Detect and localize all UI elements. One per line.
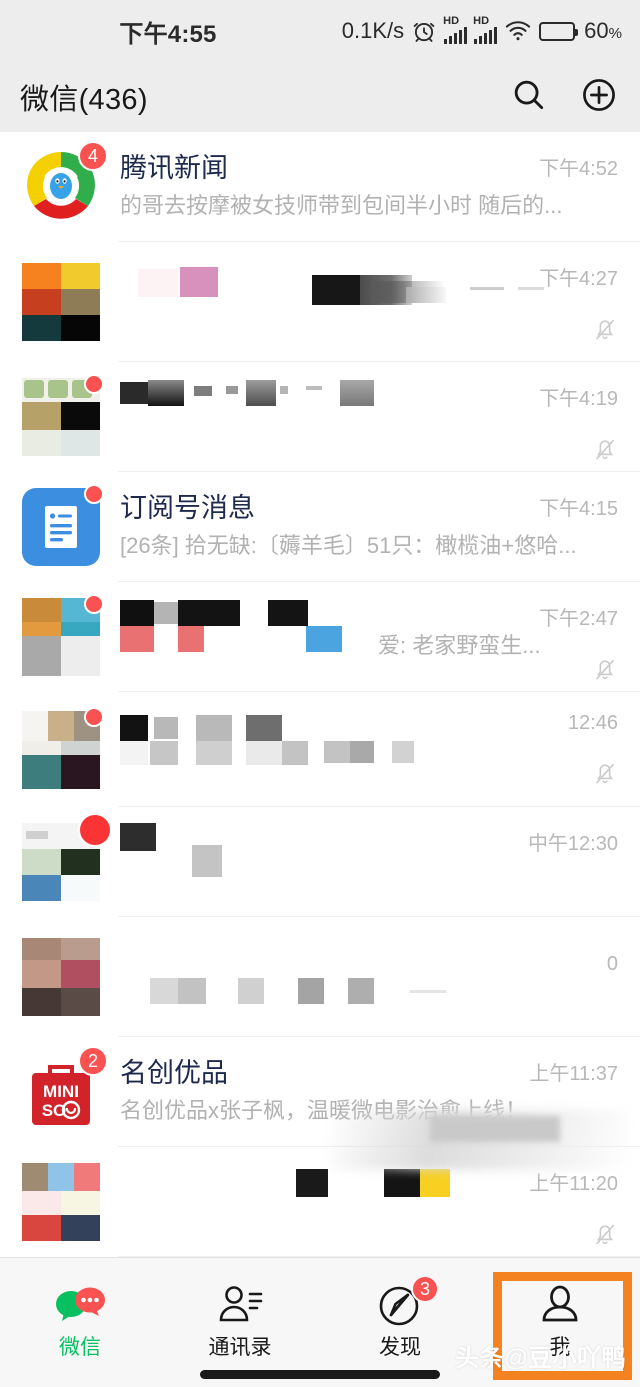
unread-badge	[78, 813, 112, 847]
tab-badge: 3	[411, 1275, 439, 1303]
tab-label: 微信	[59, 1336, 101, 1359]
compass-icon: 3	[377, 1275, 439, 1331]
chat-list-item[interactable]: 爱: 老家野蛮生... 下午2:47	[0, 582, 640, 692]
chat-row-meta: 中午12:30	[478, 807, 618, 917]
chat-time: 上午11:37	[529, 1063, 618, 1085]
avatar-wrap	[22, 484, 104, 566]
mute-icon	[592, 759, 618, 792]
chat-time: 中午12:30	[527, 833, 618, 855]
unread-dot-badge	[84, 594, 104, 614]
app-header: 微信(436)	[0, 62, 640, 132]
signal-bars-2	[474, 27, 498, 44]
chat-row-meta: 下午4:19	[478, 362, 618, 472]
avatar-wrap	[22, 374, 104, 456]
chat-list-item[interactable]: 中午12:30	[0, 807, 640, 917]
chat-time: 下午4:27	[539, 268, 618, 290]
chat-row-meta: 下午4:27	[478, 242, 618, 362]
chat-bubbles-icon	[52, 1279, 108, 1331]
chat-list-item[interactable]: 0	[0, 917, 640, 1037]
chat-row-meta: 上午11:37	[478, 1037, 618, 1147]
unread-dot-badge	[84, 484, 104, 504]
plus-circle-icon[interactable]	[580, 76, 618, 119]
hd-signal-icon: HD	[443, 15, 468, 44]
mute-icon	[592, 655, 618, 688]
chat-row-meta: 上午11:20	[478, 1147, 618, 1257]
contacts-icon	[215, 1279, 265, 1331]
chat-row-meta: 下午4:15	[478, 472, 618, 582]
status-bar: 下午4:55 0.1K/s HD HD 60%	[0, 0, 640, 62]
mute-icon	[592, 315, 618, 348]
chat-time: 上午11:20	[529, 1173, 618, 1195]
svg-text:MINI: MINI	[43, 1082, 79, 1101]
avatar-wrap: MINI SO 2	[22, 1046, 108, 1131]
avatar-wrap	[22, 1163, 100, 1241]
tab-contacts[interactable]: 通讯录	[160, 1258, 320, 1373]
page-title: 微信(436)	[20, 84, 148, 116]
chat-list-item[interactable]: 4 腾讯新闻 的哥去按摩被女技师带到包间半小时 随后的... 下午4:52	[0, 132, 640, 242]
censored-avatar	[22, 263, 100, 341]
chat-list-item[interactable]: 12:46	[0, 692, 640, 807]
chat-list[interactable]: 4 腾讯新闻 的哥去按摩被女技师带到包间半小时 随后的... 下午4:52 下午…	[0, 132, 640, 1257]
chat-list-item[interactable]: 订阅号消息 [26条] 拾无缺:〔薅羊毛〕51只：橄榄油+悠哈... 下午4:1…	[0, 472, 640, 582]
wifi-icon	[504, 19, 532, 43]
chat-list-item[interactable]: 下午4:19	[0, 362, 640, 472]
mute-icon	[592, 1220, 618, 1253]
chat-time: 下午4:15	[539, 498, 618, 520]
tab-label: 通讯录	[208, 1336, 272, 1359]
chat-list-item[interactable]: MINI SO 2 名创优品 名创优品x张子枫，温暖微电影治愈上线！ 上午11:…	[0, 1037, 640, 1147]
unread-dot-badge	[84, 706, 104, 727]
signal-bars	[444, 27, 468, 44]
avatar-wrap	[22, 263, 100, 341]
chat-time: 下午4:52	[539, 158, 618, 180]
chat-row-meta: 下午4:52	[478, 132, 618, 242]
chat-row-meta: 下午2:47	[478, 582, 618, 692]
avatar-wrap: 4	[22, 141, 108, 226]
censored-avatar	[22, 1163, 100, 1241]
chat-row-meta: 0	[478, 917, 618, 1027]
unread-dot-badge	[84, 374, 104, 394]
alarm-icon	[411, 18, 437, 44]
header-actions	[510, 76, 618, 119]
avatar-wrap	[22, 813, 112, 901]
tab-wechat[interactable]: 微信	[0, 1258, 160, 1373]
person-icon	[537, 1279, 583, 1331]
chat-time: 下午2:47	[539, 608, 618, 630]
chat-list-item[interactable]: 上午11:20	[0, 1147, 640, 1257]
battery-icon	[539, 21, 579, 41]
search-icon[interactable]	[510, 76, 548, 119]
status-bar-time: 下午4:55	[119, 20, 217, 48]
chat-time: 0	[606, 953, 618, 975]
chat-time: 12:46	[567, 712, 618, 734]
hd-label: HD	[443, 15, 460, 27]
avatar-wrap	[22, 938, 100, 1016]
home-indicator	[200, 1370, 440, 1379]
chat-time: 下午4:19	[539, 388, 618, 410]
mute-icon	[592, 435, 618, 468]
censored-avatar	[22, 938, 100, 1016]
hd-label-2: HD	[473, 15, 490, 27]
status-bar-indicators: 0.1K/s HD HD 60%	[318, 15, 622, 44]
unread-badge: 4	[78, 141, 108, 171]
hd-signal-icon-2: HD	[473, 15, 498, 44]
avatar-wrap	[22, 594, 104, 676]
watermark: 头条@豆小吖鸭	[455, 1345, 626, 1372]
network-speed-label: 0.1K/s	[341, 18, 405, 43]
unread-badge: 2	[78, 1046, 108, 1076]
chat-list-item[interactable]: 下午4:27	[0, 242, 640, 362]
tab-label: 发现	[379, 1336, 421, 1359]
avatar-wrap	[22, 706, 104, 789]
chat-row-meta: 12:46	[478, 692, 618, 802]
battery-percent-label: 60%	[584, 18, 622, 43]
